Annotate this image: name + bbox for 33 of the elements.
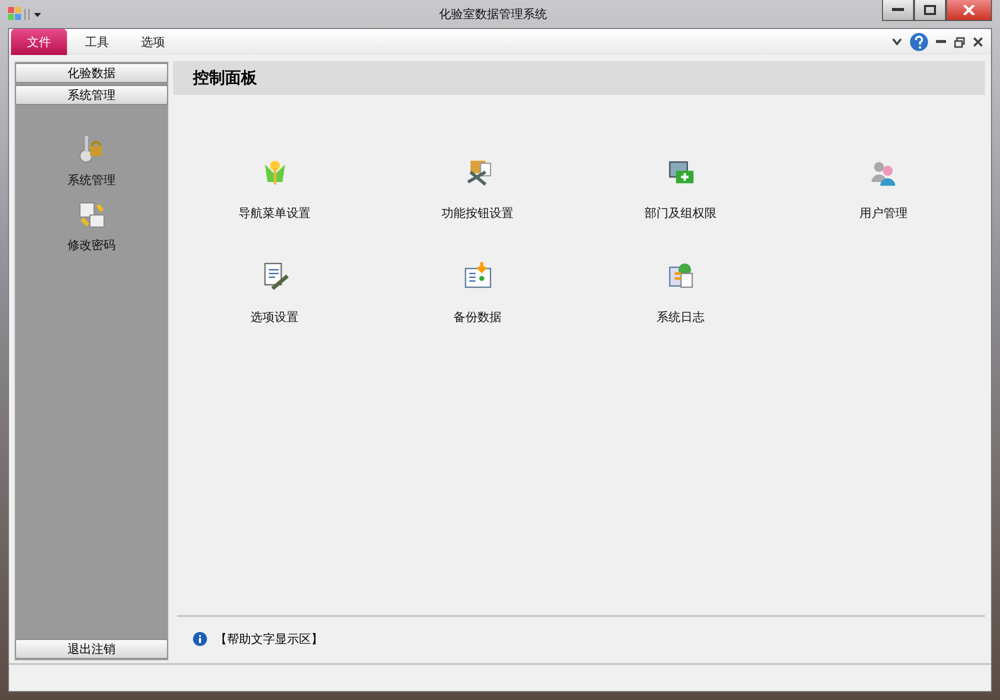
restore-icon[interactable] — [954, 36, 965, 48]
close-button[interactable] — [946, 0, 992, 21]
maximize-icon — [924, 5, 936, 15]
chevron-down-icon[interactable] — [892, 38, 902, 46]
control-panel-item[interactable]: 功能按钮设置 — [440, 155, 516, 224]
sidebar-item[interactable]: 修改密码 — [64, 197, 120, 258]
sidebar-group-header[interactable]: 化验数据 — [15, 63, 168, 83]
close-icon — [963, 5, 975, 15]
menu-tab[interactable]: 文件 — [11, 29, 67, 55]
control-panel-item[interactable]: 备份数据 — [452, 259, 504, 328]
menu-tab[interactable]: 选项 — [127, 29, 179, 55]
control-panel-item[interactable]: 选项设置 — [248, 259, 300, 328]
minimize-button[interactable] — [882, 0, 914, 21]
sidebar-item[interactable]: 系统管理 — [64, 130, 120, 193]
swap-documents-icon — [78, 201, 106, 229]
info-icon — [193, 632, 207, 646]
close-icon[interactable] — [973, 37, 983, 47]
logout-button[interactable]: 退出注销 — [15, 639, 168, 659]
menu-tab[interactable]: 工具 — [71, 29, 123, 55]
maximize-button[interactable] — [914, 0, 946, 21]
app-icon — [8, 7, 44, 21]
minimize-icon[interactable] — [936, 40, 946, 44]
window-title: 化验室数据管理系统 — [439, 6, 547, 22]
help-icon[interactable] — [910, 33, 928, 51]
control-panel-item[interactable]: 系统日志 — [654, 259, 706, 328]
control-panel-item[interactable]: 用户管理 — [858, 155, 910, 224]
help-text: 【帮助文字显示区】 — [215, 630, 323, 648]
control-panel-item[interactable]: 部门及组权限 — [642, 155, 718, 224]
table-download-icon — [462, 261, 492, 291]
sidebar-group-header[interactable]: 系统管理 — [15, 85, 168, 105]
panel-title: 控制面板 — [193, 68, 257, 88]
minimize-icon — [892, 8, 904, 12]
control-panel-item[interactable]: 导航菜单设置 — [236, 155, 312, 224]
